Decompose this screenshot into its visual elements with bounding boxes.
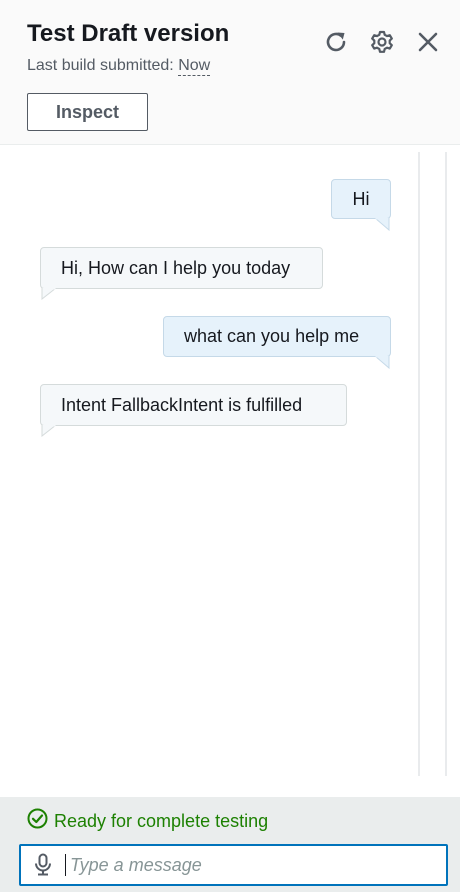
bot-message: Intent FallbackIntent is fulfilled: [40, 384, 347, 426]
last-build-label: Last build submitted:: [27, 57, 174, 74]
bubble-tail: [374, 218, 390, 231]
chat-scrollbar[interactable]: [418, 152, 447, 776]
last-build-info: Last build submitted: Now: [27, 57, 211, 76]
bubble-tail: [41, 288, 57, 300]
check-circle-icon: [27, 808, 48, 834]
bubble-tail: [41, 425, 57, 437]
test-panel-header: Test Draft version Last build submitted:…: [0, 0, 460, 145]
user-message: Hi: [331, 179, 391, 219]
inspect-button[interactable]: Inspect: [27, 93, 148, 131]
panel-title: Test Draft version: [27, 20, 230, 47]
microphone-icon[interactable]: [21, 846, 65, 884]
close-icon[interactable]: [414, 28, 442, 56]
message-text: Hi, How can I help you today: [61, 257, 291, 278]
chat-transcript: [0, 145, 460, 797]
status-text: Ready for complete testing: [54, 810, 269, 831]
message-input[interactable]: [65, 854, 430, 876]
message-text: Hi: [352, 188, 370, 209]
message-text: Intent FallbackIntent is fulfilled: [61, 394, 303, 415]
bubble-tail: [374, 356, 390, 369]
status-indicator: Ready for complete testing: [27, 808, 268, 834]
message-text: what can you help me: [184, 326, 360, 346]
last-build-value[interactable]: Now: [178, 57, 211, 76]
settings-gear-icon[interactable]: [368, 28, 396, 56]
refresh-icon[interactable]: [322, 28, 350, 56]
bot-message: Hi, How can I help you today: [40, 247, 323, 289]
message-input-box[interactable]: [19, 844, 448, 886]
user-message: what can you help me: [163, 316, 391, 357]
